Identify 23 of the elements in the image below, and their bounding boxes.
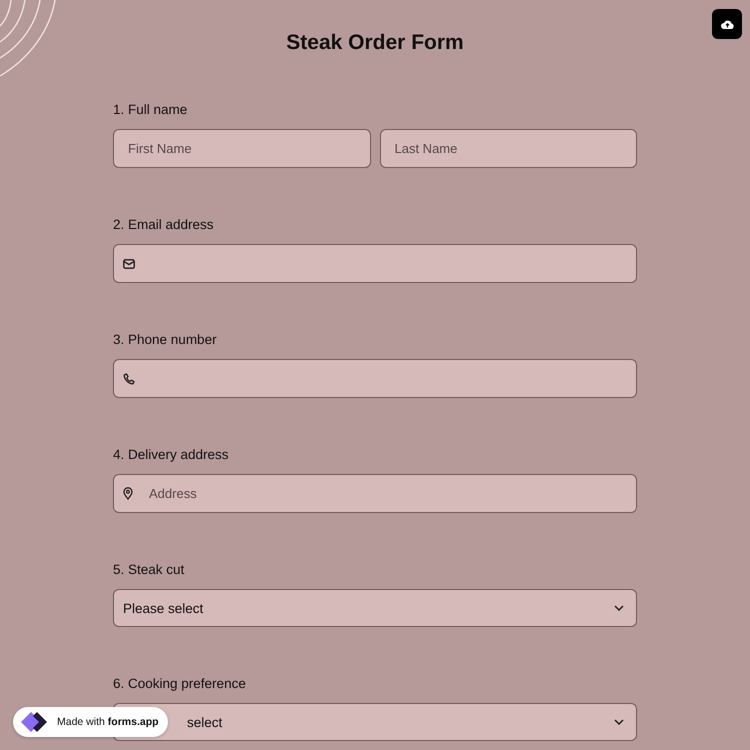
question-label: 4. Delivery address	[113, 447, 230, 463]
made-with-badge[interactable]: Made with forms.app	[13, 707, 168, 737]
question-label: 5. Steak cut	[113, 562, 186, 578]
question-label: 1. Full name	[113, 102, 188, 118]
input-field[interactable]: First Name	[113, 129, 370, 168]
select-value: Please select	[123, 600, 204, 616]
cloud-upload-icon	[720, 19, 734, 29]
input-field[interactable]	[113, 244, 637, 283]
question-label: 6. Cooking preference	[113, 676, 247, 692]
chevron-down-icon	[614, 605, 624, 611]
question-label: 2. Email address	[113, 217, 215, 233]
select-dropdown[interactable]: Please select	[113, 589, 637, 627]
chevron-down-icon	[614, 719, 624, 725]
question-label: 3. Phone number	[113, 332, 218, 348]
input-field[interactable]	[113, 359, 637, 398]
form-title: Steak Order Form	[286, 31, 464, 55]
select-value: select	[187, 714, 222, 730]
phone-icon	[123, 372, 135, 384]
mail-icon	[123, 258, 135, 268]
upload-button[interactable]	[712, 9, 742, 39]
input-field[interactable]: Last Name	[380, 129, 637, 168]
input-field[interactable]: Address	[113, 474, 637, 513]
location-pin-icon	[123, 487, 133, 500]
